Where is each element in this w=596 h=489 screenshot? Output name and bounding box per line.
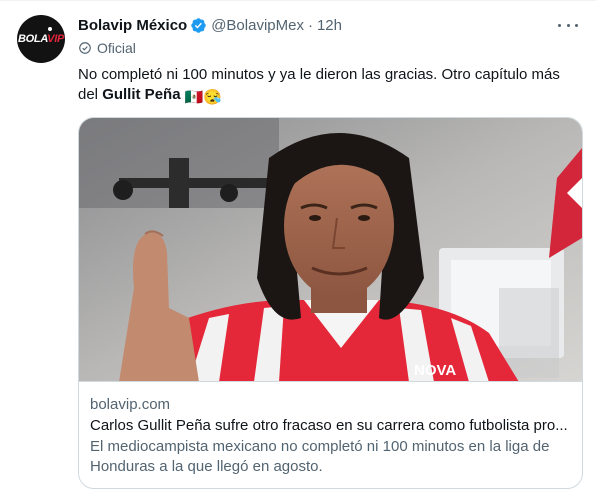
card-body[interactable]: bolavip.com Carlos Gullit Peña sufre otr…	[79, 383, 582, 477]
official-label: Oficial	[78, 39, 136, 57]
card-image[interactable]: NOVA	[79, 118, 582, 382]
separator-dot: ·	[307, 16, 313, 34]
official-text: Oficial	[97, 40, 136, 56]
link-card[interactable]: NOVA bolavip.com Carlos Gullit Peña sufr…	[78, 117, 583, 489]
card-description: El mediocampista mexicano no completó ni…	[90, 438, 550, 475]
tweet-emojis: 🇲🇽😪	[184, 89, 223, 106]
tweet-article[interactable]: BOLAVIP Bolavip México @BolavipMex · 12h…	[0, 0, 596, 489]
timestamp[interactable]: 12h	[317, 17, 342, 34]
author-handle[interactable]: @BolavipMex	[211, 17, 304, 34]
avatar-logo-dot	[48, 27, 52, 31]
avatar-logo: BOLAVIP	[18, 33, 64, 45]
card-title[interactable]: Carlos Gullit Peña sufre otro fracaso en…	[90, 416, 571, 436]
tweet-header: Bolavip México @BolavipMex · 12h	[78, 15, 342, 35]
card-domain: bolavip.com	[90, 396, 171, 413]
tweet-text-bold[interactable]: Gullit Peña	[102, 86, 180, 103]
display-name[interactable]: Bolavip México	[78, 17, 187, 34]
verified-badge-icon	[191, 17, 206, 33]
more-options-icon[interactable]	[558, 16, 578, 34]
card-photo: NOVA	[79, 118, 582, 381]
tweet-text: No completó ni 100 minutos y ya le diero…	[78, 65, 583, 108]
official-check-icon	[79, 42, 91, 54]
avatar[interactable]: BOLAVIP	[17, 15, 65, 63]
jersey-text: NOVA	[414, 362, 456, 379]
